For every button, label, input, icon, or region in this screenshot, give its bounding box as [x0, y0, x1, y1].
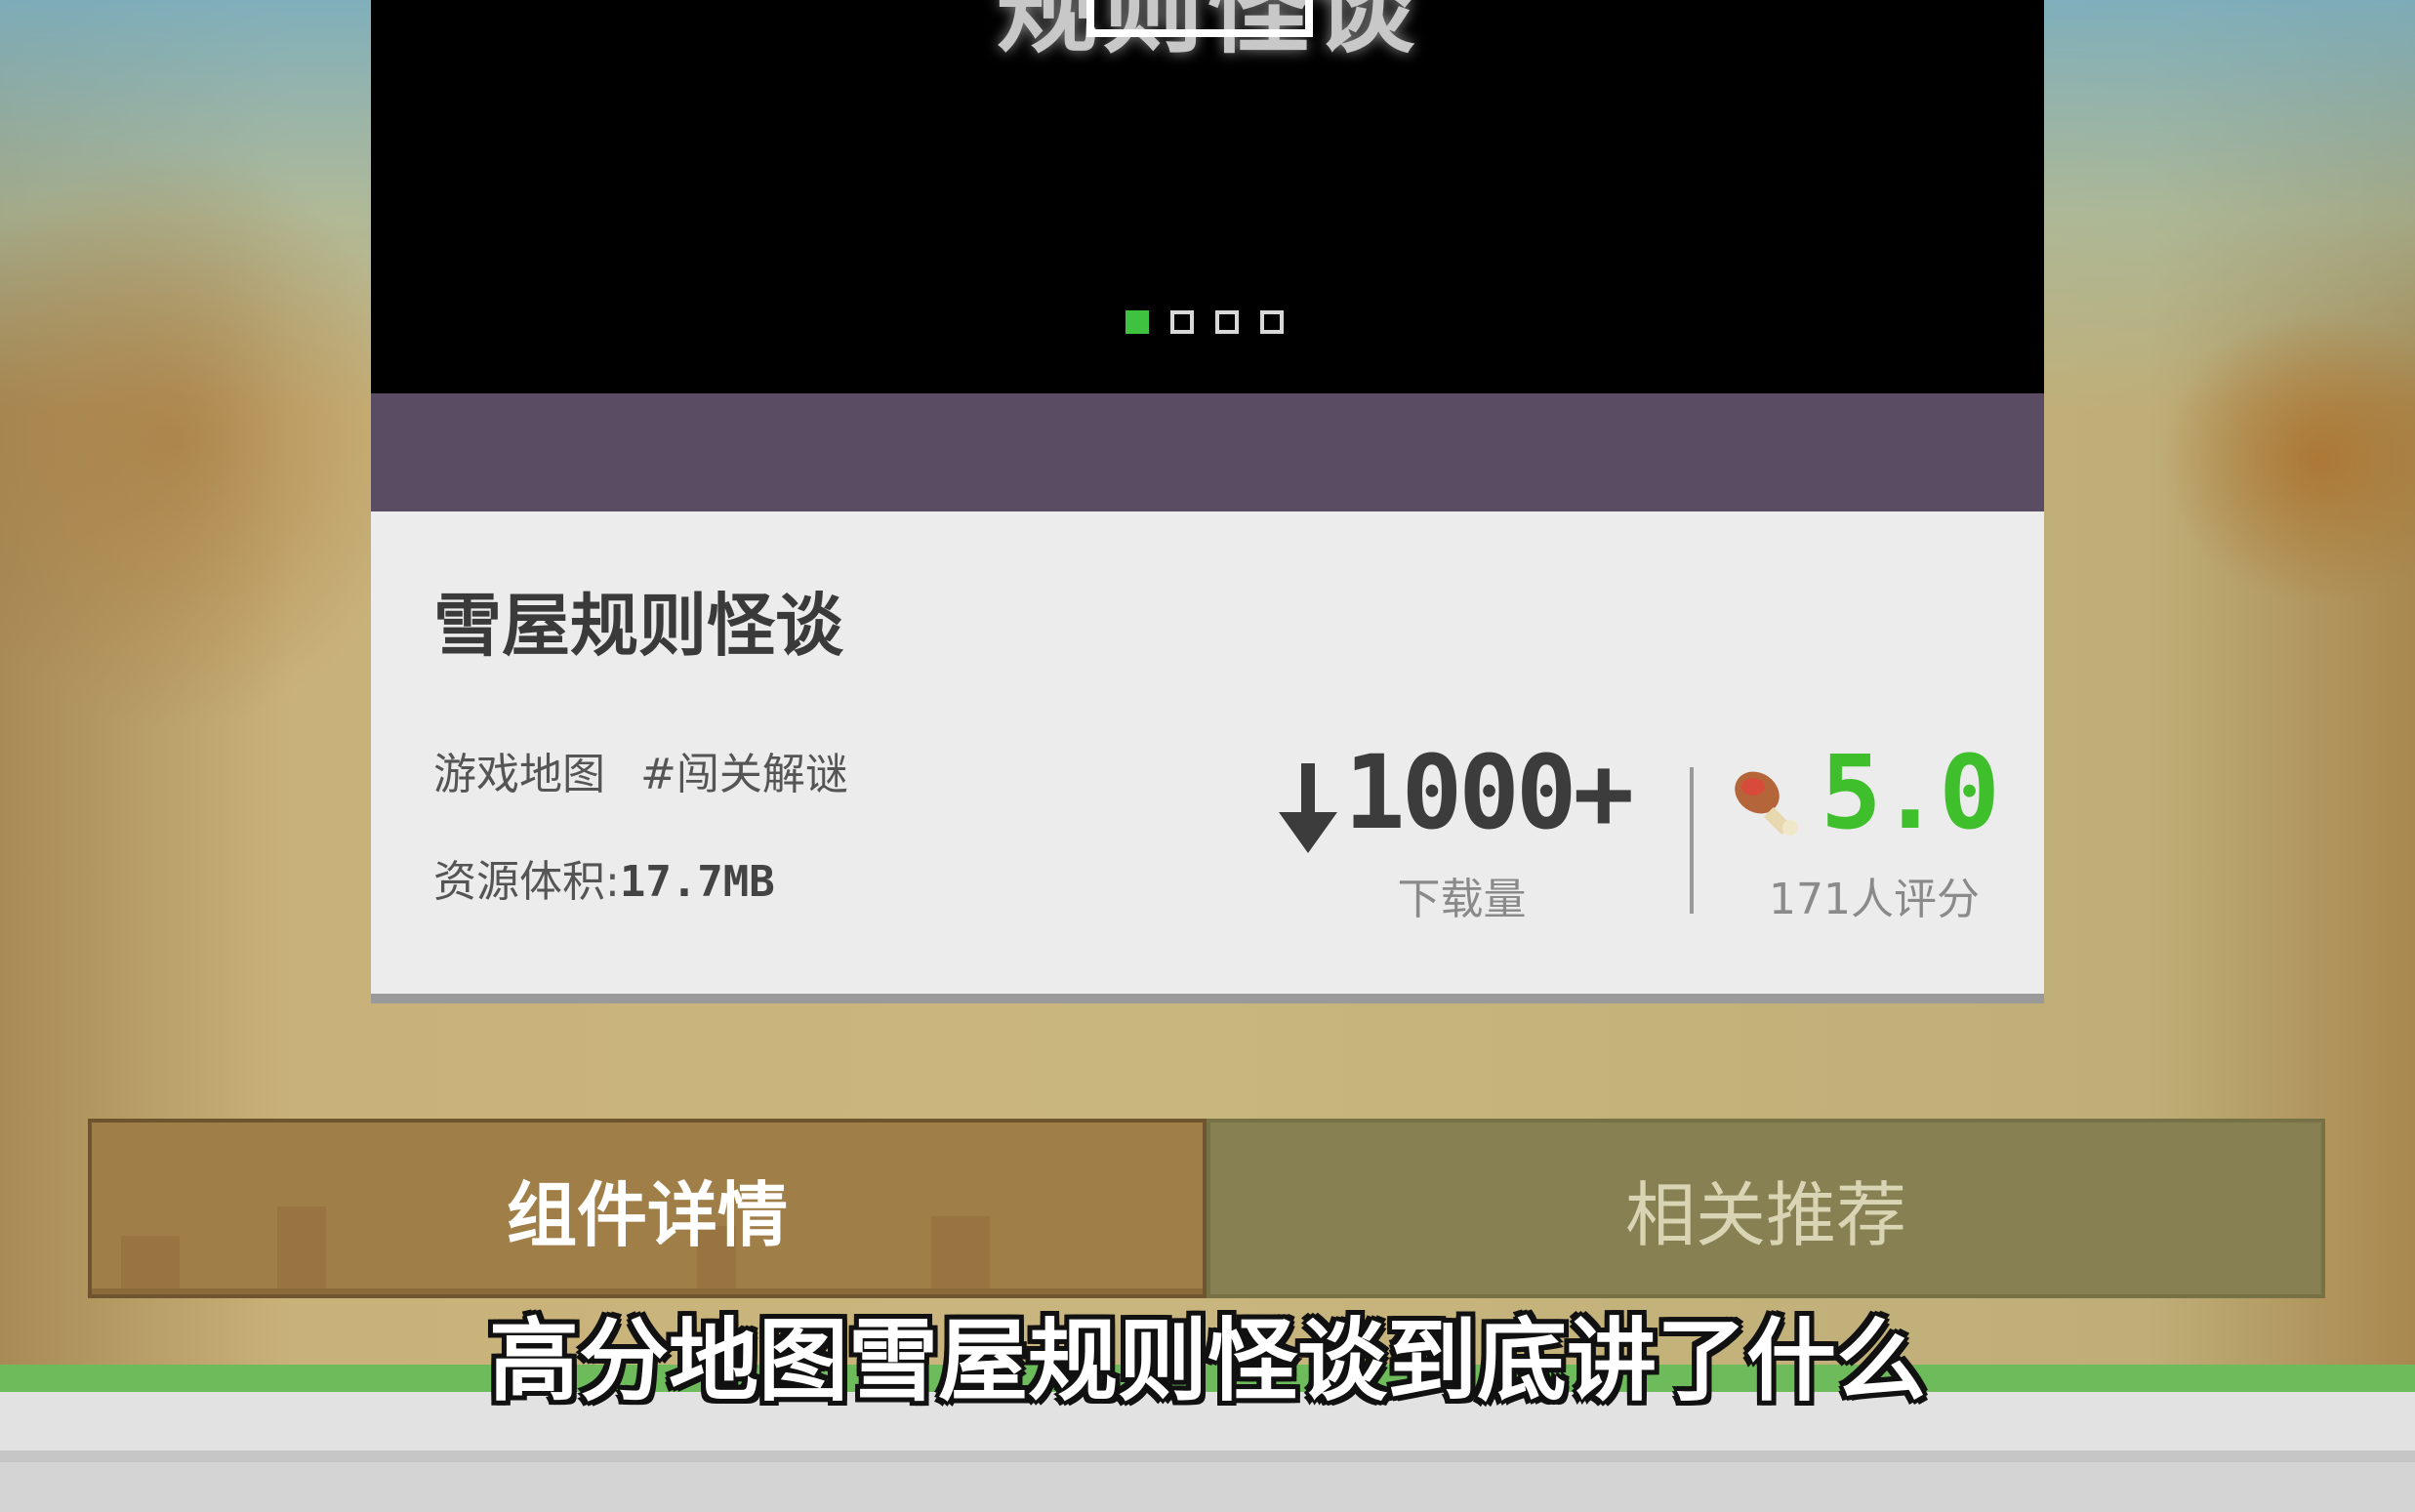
info-panel: 雪屋规则怪谈 游戏地图 #闯关解谜 资源体积:17.7MB 1000+ 下载量 [371, 511, 2044, 994]
size-value: 17.7MB [619, 857, 775, 907]
panel-edge [0, 1451, 2415, 1462]
carousel-dot[interactable] [1260, 310, 1284, 334]
tag-category[interactable]: 游戏地图 [433, 746, 605, 804]
size-label: 资源体积: [433, 857, 620, 907]
video-subtitle: 高分地图雪屋规则怪谈到底讲了什么 [488, 1309, 1926, 1413]
rating-count-label: 171人评分 [1769, 875, 1980, 924]
carousel-dot[interactable] [1126, 310, 1149, 334]
pixel-texture [121, 1236, 180, 1294]
tag-list: 游戏地图 #闯关解谜 [433, 746, 848, 804]
tab-label: 组件详情 [506, 1173, 788, 1256]
app-screen: 规则怪谈 雪屋规则怪谈 游戏地图 #闯关解谜 资源体积:17.7MB 1000+… [0, 0, 2415, 1512]
tab-label: 相关推荐 [1624, 1173, 1906, 1256]
rating-value: 5.0 [1821, 733, 2000, 852]
tab-related-recommendations[interactable]: 相关推荐 [1207, 1119, 2325, 1298]
resource-size: 资源体积:17.7MB [433, 853, 775, 912]
tab-component-details[interactable]: 组件详情 [88, 1119, 1207, 1298]
download-stat: 1000+ 下载量 [1274, 734, 1650, 929]
stat-divider [1690, 767, 1694, 914]
preview-carousel[interactable]: 规则怪谈 [371, 0, 2044, 393]
carousel-dot[interactable] [1215, 310, 1239, 334]
download-label: 下载量 [1397, 875, 1527, 924]
card-bottom-edge [371, 994, 2044, 1003]
download-count: 1000+ [1344, 733, 1634, 852]
drumstick-icon [1735, 771, 1798, 836]
pixel-texture [931, 1216, 990, 1294]
carousel-dot[interactable] [1170, 310, 1194, 334]
resource-card: 规则怪谈 雪屋规则怪谈 游戏地图 #闯关解谜 资源体积:17.7MB 1000+… [371, 0, 2044, 1003]
download-arrow-icon [1279, 763, 1337, 853]
pixel-texture [277, 1206, 326, 1294]
banner-frame [1086, 0, 1313, 37]
rating-stat[interactable]: 5.0 171人评分 [1728, 734, 2021, 929]
tab-bar: 组件详情 相关推荐 [88, 1119, 2325, 1298]
color-strip [371, 393, 2044, 511]
carousel-indicator [1126, 310, 1284, 336]
resource-title: 雪屋规则怪谈 [433, 586, 843, 666]
background-blur-left [0, 146, 430, 732]
tag-hashtag[interactable]: #闯关解谜 [640, 746, 848, 804]
background-blur-right [2161, 312, 2415, 605]
